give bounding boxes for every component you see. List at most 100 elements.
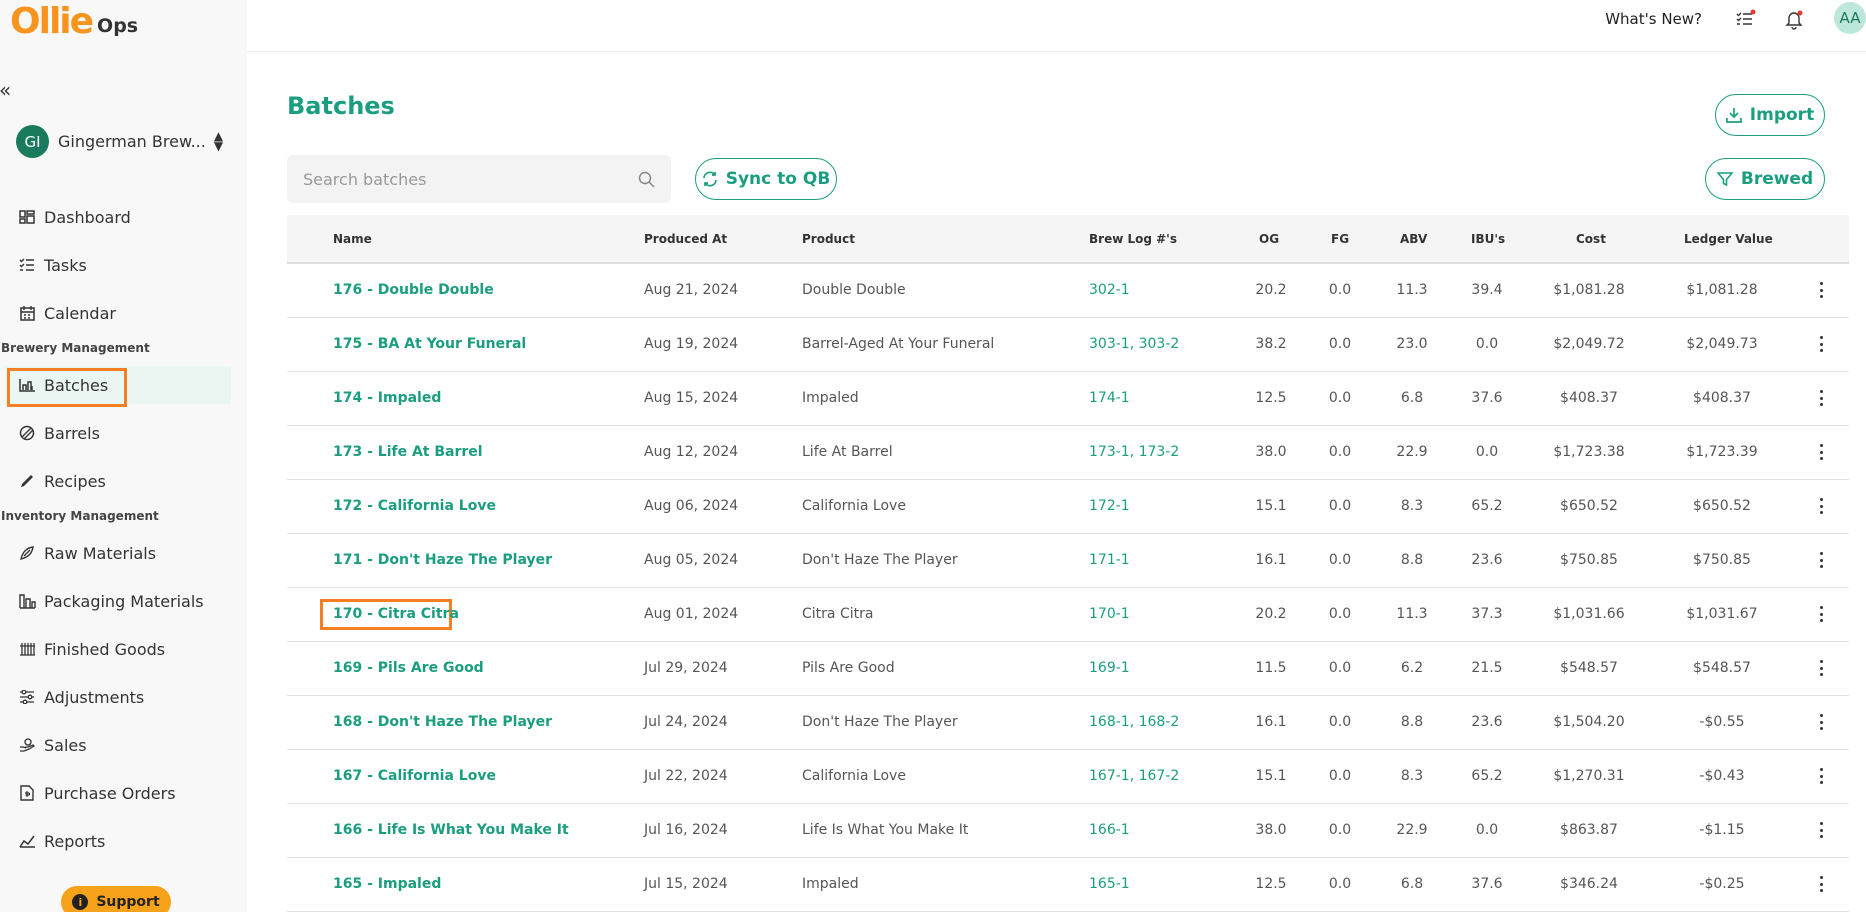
row-actions-icon[interactable]: [1818, 604, 1824, 624]
sidebar-item-adjustments[interactable]: Adjustments: [5, 678, 231, 716]
sidebar-item-barrels[interactable]: Barrels: [5, 414, 231, 452]
brew-log-link[interactable]: 170-1: [1089, 606, 1130, 622]
collapse-sidebar-icon[interactable]: «: [0, 80, 11, 100]
app-logo[interactable]: Ollie Ops: [10, 4, 138, 40]
brew-log-link[interactable]: 303-2: [1139, 336, 1180, 352]
table-row[interactable]: 170 - Citra Citra Aug 01, 2024 Citra Citra…: [287, 588, 1849, 642]
brew-log-link[interactable]: 165-1: [1089, 876, 1130, 892]
table-row[interactable]: 167 - California Love Jul 22, 2024 Califor…: [287, 750, 1849, 804]
ibu-cell: 65.2: [1471, 498, 1503, 514]
brew-log-link[interactable]: 174-1: [1089, 390, 1130, 406]
brew-log-link[interactable]: 169-1: [1089, 660, 1130, 676]
table-row[interactable]: 169 - Pils Are Good Jul 29, 2024 Pils Are …: [287, 642, 1849, 696]
task-list-icon[interactable]: [1734, 8, 1756, 30]
table-row[interactable]: 175 - BA At Your Funeral Aug 19, 2024 Barr…: [287, 318, 1849, 372]
og-cell: 16.1: [1255, 714, 1287, 730]
batch-name-link[interactable]: 175 - BA At Your Funeral: [333, 336, 526, 352]
fg-cell: 0.0: [1328, 498, 1352, 514]
sidebar-item-sales[interactable]: Sales: [5, 726, 231, 764]
table-row[interactable]: 165 - Impaled Jul 15, 2024 Impaled 165-1 12.…: [287, 858, 1849, 912]
sync-qb-button[interactable]: Sync to QB: [695, 158, 837, 200]
column-header-name[interactable]: Name: [333, 232, 372, 246]
column-header-brew-logs[interactable]: Brew Log #'s: [1089, 232, 1177, 246]
brew-log-link[interactable]: 168-1: [1089, 714, 1130, 730]
column-header-ledger-value[interactable]: Ledger Value: [1684, 232, 1773, 246]
brew-log-link[interactable]: 302-1: [1089, 282, 1130, 298]
org-switcher[interactable]: GI Gingerman Brew... ▲ ▼: [16, 125, 223, 158]
product-cell: Citra Citra: [802, 606, 874, 622]
table-row[interactable]: 176 - Double Double Aug 21, 2024 Double Do…: [287, 264, 1849, 318]
table-row[interactable]: 174 - Impaled Aug 15, 2024 Impaled 174-1 12.…: [287, 372, 1849, 426]
table-row[interactable]: 173 - Life At Barrel Aug 12, 2024 Life At …: [287, 426, 1849, 480]
column-header-og[interactable]: OG: [1259, 232, 1279, 246]
sidebar-item-raw-materials[interactable]: Raw Materials: [5, 534, 231, 572]
column-header-ibu[interactable]: IBU's: [1471, 232, 1505, 246]
row-actions-icon[interactable]: [1818, 442, 1824, 462]
brew-log-link[interactable]: 173-1: [1089, 444, 1130, 460]
batch-name-link[interactable]: 165 - Impaled: [333, 876, 441, 892]
sidebar-item-recipes[interactable]: Recipes: [5, 462, 231, 500]
batch-name-link[interactable]: 168 - Don't Haze The Player: [333, 714, 552, 730]
table-row[interactable]: 168 - Don't Haze The Player Jul 24, 2024 D…: [287, 696, 1849, 750]
sidebar-item-purchase-orders[interactable]: Purchase Orders: [5, 774, 231, 812]
row-actions-icon[interactable]: [1818, 334, 1824, 354]
column-header-cost[interactable]: Cost: [1576, 232, 1606, 246]
table-row[interactable]: 171 - Don't Haze The Player Aug 05, 2024 D…: [287, 534, 1849, 588]
batch-name-link[interactable]: 174 - Impaled: [333, 390, 441, 406]
user-avatar[interactable]: AA: [1834, 2, 1866, 34]
batch-name-link[interactable]: 167 - California Love: [333, 768, 496, 784]
sidebar-item-label: Calendar: [44, 303, 116, 323]
column-header-fg[interactable]: FG: [1331, 232, 1349, 246]
column-header-abv[interactable]: ABV: [1400, 232, 1427, 246]
batch-name-link[interactable]: 170 - Citra Citra: [333, 606, 459, 622]
batch-name-link[interactable]: 176 - Double Double: [333, 282, 494, 298]
import-button[interactable]: Import: [1715, 94, 1825, 136]
brew-log-link[interactable]: 171-1: [1089, 552, 1130, 568]
brew-log-link[interactable]: 168-2: [1139, 714, 1180, 730]
sidebar-item-calendar[interactable]: Calendar: [5, 294, 231, 332]
batch-name-link[interactable]: 173 - Life At Barrel: [333, 444, 483, 460]
brew-log-link[interactable]: 303-1: [1089, 336, 1130, 352]
cost-cell: $750.85: [1560, 552, 1618, 568]
brew-log-link[interactable]: 166-1: [1089, 822, 1130, 838]
row-actions-icon[interactable]: [1818, 280, 1824, 300]
brew-log-link[interactable]: 172-1: [1089, 498, 1130, 514]
whats-new-link[interactable]: What's New?: [1605, 10, 1702, 28]
brew-log-link[interactable]: 167-1: [1089, 768, 1130, 784]
row-actions-icon[interactable]: [1818, 820, 1824, 840]
notification-bell-icon[interactable]: [1783, 8, 1805, 30]
support-button[interactable]: i Support: [61, 886, 171, 912]
batch-name-link[interactable]: 171 - Don't Haze The Player: [333, 552, 552, 568]
sync-icon: [702, 171, 717, 187]
column-header-produced-at[interactable]: Produced At: [644, 232, 727, 246]
abv-cell: 8.8: [1400, 552, 1424, 568]
batch-name-link[interactable]: 166 - Life Is What You Make It: [333, 822, 569, 838]
ibu-cell: 65.2: [1471, 768, 1503, 784]
column-header-product[interactable]: Product: [802, 232, 855, 246]
search-box[interactable]: [287, 155, 671, 203]
row-actions-icon[interactable]: [1818, 496, 1824, 516]
row-actions-icon[interactable]: [1818, 874, 1824, 894]
sidebar-item-packaging-materials[interactable]: Packaging Materials: [5, 582, 231, 620]
logo-sub-text: Ops: [97, 15, 139, 37]
filter-brewed-button[interactable]: Brewed: [1705, 158, 1825, 200]
table-row[interactable]: 166 - Life Is What You Make It Jul 16, 20…: [287, 804, 1849, 858]
row-actions-icon[interactable]: [1818, 658, 1824, 678]
sidebar-item-reports[interactable]: Reports: [5, 822, 231, 860]
row-actions-icon[interactable]: [1818, 388, 1824, 408]
sidebar-item-batches[interactable]: Batches: [5, 366, 231, 407]
brew-log-link[interactable]: 173-2: [1139, 444, 1180, 460]
sidebar-item-tasks[interactable]: Tasks: [5, 246, 231, 284]
row-actions-icon[interactable]: [1818, 766, 1824, 786]
sidebar-item-finished-goods[interactable]: Finished Goods: [5, 630, 231, 668]
batch-name-link[interactable]: 172 - California Love: [333, 498, 496, 514]
row-actions-icon[interactable]: [1818, 712, 1824, 732]
section-label-inventory: Inventory Management: [1, 509, 159, 523]
sidebar-item-dashboard[interactable]: Dashboard: [5, 198, 231, 236]
search-input[interactable]: [303, 169, 638, 189]
brew-log-link[interactable]: 167-2: [1139, 768, 1180, 784]
table-row[interactable]: 172 - California Love Aug 06, 2024 Califor…: [287, 480, 1849, 534]
row-actions-icon[interactable]: [1818, 550, 1824, 570]
cost-cell: $1,723.38: [1553, 444, 1625, 460]
batch-name-link[interactable]: 169 - Pils Are Good: [333, 660, 484, 676]
